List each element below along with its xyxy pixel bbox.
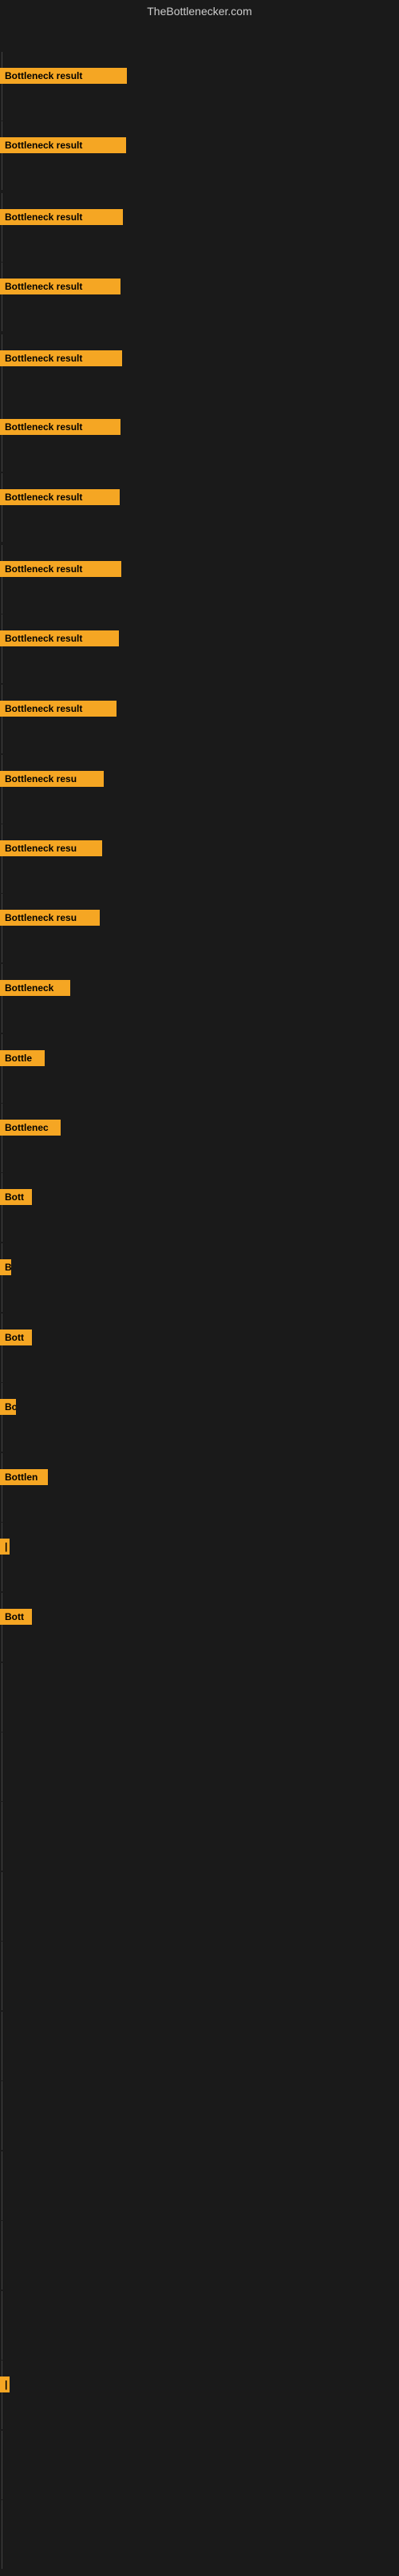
bottleneck-label-5: Bottleneck result — [0, 350, 122, 366]
bottleneck-label-8: Bottleneck result — [0, 561, 121, 577]
bottleneck-label-16: Bottlenec — [0, 1120, 61, 1136]
bottleneck-label-1: Bottleneck result — [0, 68, 127, 84]
bottleneck-label-17: Bott — [0, 1189, 32, 1205]
bottleneck-label-12: Bottleneck resu — [0, 840, 102, 856]
bottleneck-label-21: Bottlen — [0, 1469, 48, 1485]
bottleneck-label-11: Bottleneck resu — [0, 771, 104, 787]
bottleneck-label-3: Bottleneck result — [0, 209, 123, 225]
bottleneck-label-34: | — [0, 2376, 10, 2392]
page-wrapper: TheBottlenecker.com Bottleneck resultBot… — [0, 0, 399, 2576]
bottleneck-label-6: Bottleneck result — [0, 419, 120, 435]
site-title: TheBottlenecker.com — [0, 0, 399, 22]
bottleneck-label-22: | — [0, 1539, 10, 1555]
bottleneck-label-15: Bottle — [0, 1050, 45, 1066]
bottleneck-label-9: Bottleneck result — [0, 630, 119, 646]
bottleneck-label-20: Bo — [0, 1399, 16, 1415]
bottleneck-label-13: Bottleneck resu — [0, 910, 100, 926]
bottleneck-label-7: Bottleneck result — [0, 489, 120, 505]
bottleneck-label-23: Bott — [0, 1609, 32, 1625]
bottleneck-label-4: Bottleneck result — [0, 279, 120, 294]
bottleneck-label-10: Bottleneck result — [0, 701, 117, 717]
rows-container: Bottleneck result Bottleneck result Bottle… — [0, 22, 399, 2576]
bottleneck-label-19: Bott — [0, 1329, 32, 1345]
bottleneck-label-14: Bottleneck — [0, 980, 70, 996]
bottleneck-label-2: Bottleneck result — [0, 137, 126, 153]
bottleneck-label-18: B — [0, 1259, 11, 1275]
